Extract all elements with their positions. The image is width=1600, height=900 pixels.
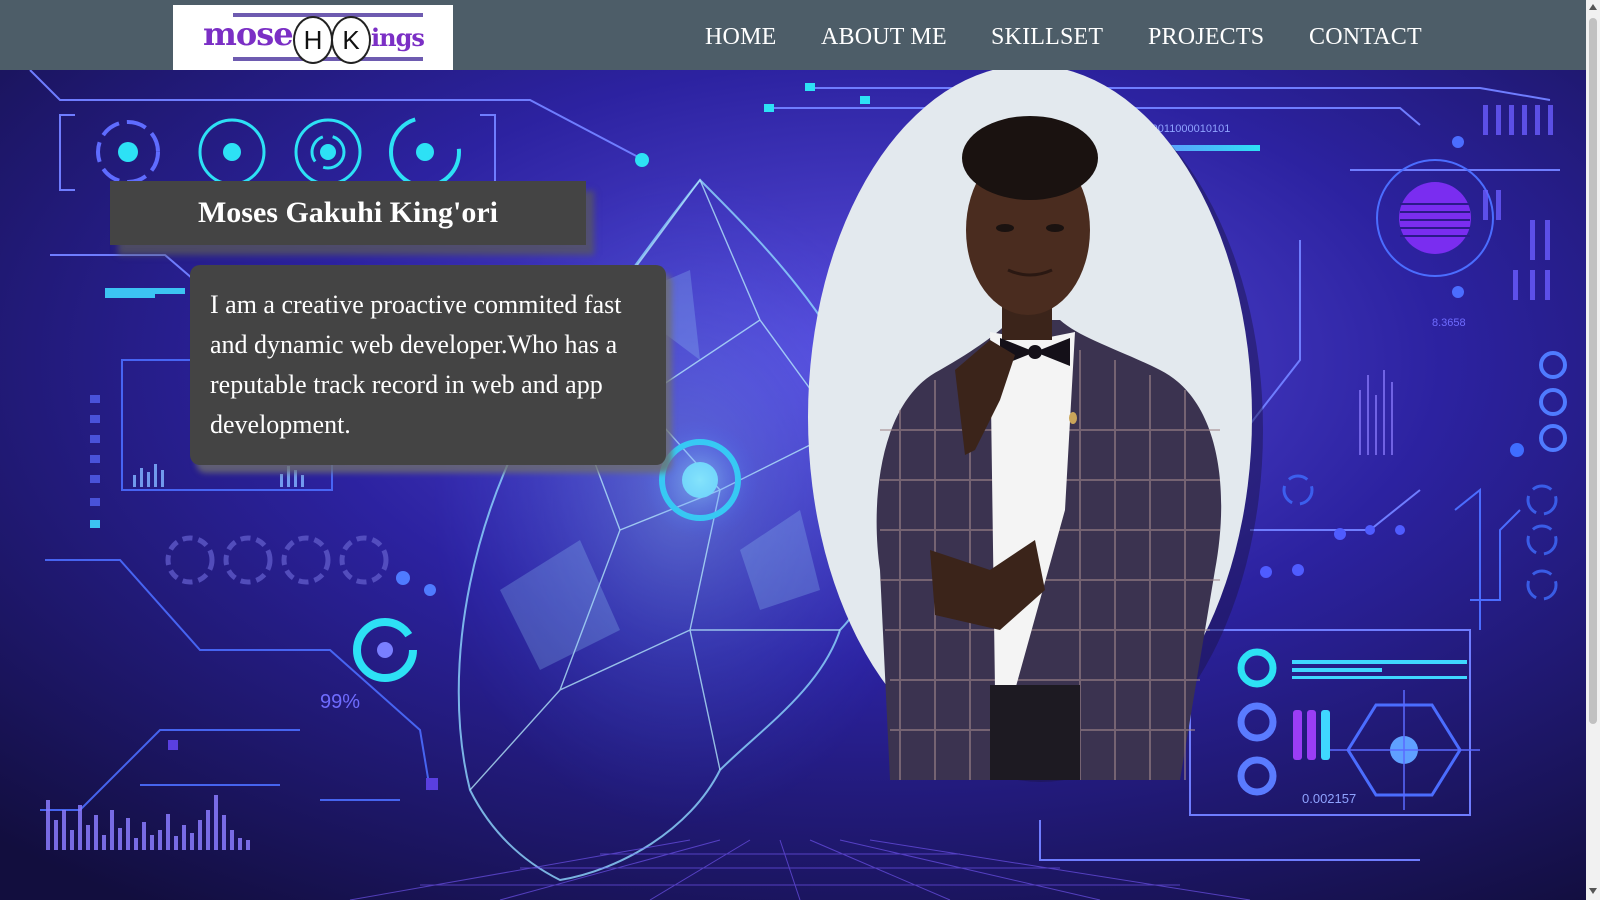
bio-text: I am a creative proactive commited fast … bbox=[210, 290, 622, 439]
nav-link-home[interactable]: HOME bbox=[705, 24, 776, 51]
logo-text-start: mose bbox=[203, 15, 294, 53]
site-logo[interactable]: mose H K ings bbox=[173, 5, 453, 70]
scrollbar-thumb[interactable] bbox=[1589, 18, 1597, 724]
nav-link-contact[interactable]: CONTACT bbox=[1309, 24, 1422, 51]
scroll-up-arrow-icon[interactable] bbox=[1589, 4, 1597, 10]
percent-label: 99% bbox=[320, 691, 360, 713]
logo-bar-bottom bbox=[233, 57, 423, 61]
decimal-number-label: 0.002157 bbox=[1302, 791, 1356, 806]
scroll-down-arrow-icon[interactable] bbox=[1589, 888, 1597, 894]
mirrored-number-label: 8.3658 bbox=[1432, 317, 1466, 329]
vertical-scrollbar[interactable] bbox=[1586, 0, 1600, 900]
nav-link-projects[interactable]: PROJECTS bbox=[1148, 24, 1264, 51]
logo-letter-k: K bbox=[331, 16, 371, 64]
logo-letter-h: H bbox=[293, 16, 333, 64]
logo-text-end: ings bbox=[371, 23, 425, 52]
nav-link-about-me[interactable]: ABOUT ME bbox=[821, 24, 947, 51]
hero-name-heading: Moses Gakuhi King'ori bbox=[110, 181, 586, 245]
top-navbar: mose H K ings HOME ABOUT ME SKILLSET PRO… bbox=[0, 0, 1586, 70]
bio-card: I am a creative proactive commited fast … bbox=[190, 265, 666, 465]
nav-link-skillset[interactable]: SKILLSET bbox=[991, 24, 1103, 51]
